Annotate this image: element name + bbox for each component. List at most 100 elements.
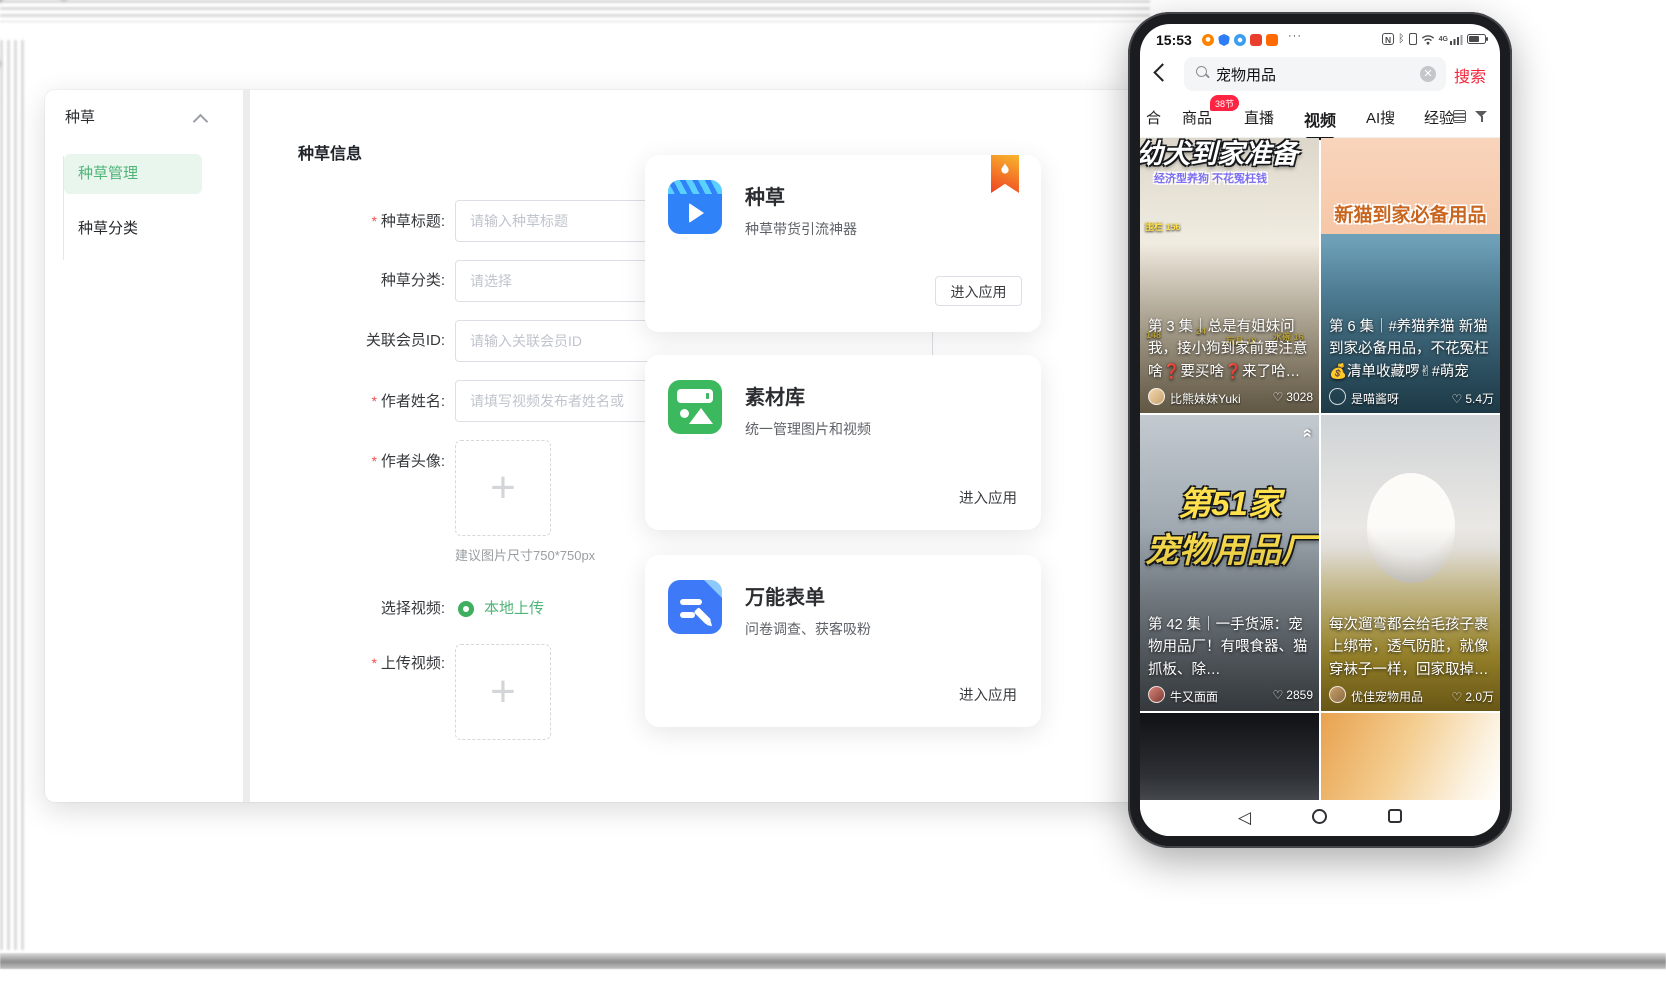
video-source-field-label: 选择视频:	[250, 588, 445, 630]
video-overlay-line1: 第51家	[1140, 477, 1319, 525]
clear-search-icon[interactable]: ✕	[1420, 66, 1436, 82]
video-author-row: 牛又面面 ♡2859	[1148, 686, 1313, 704]
tab-live[interactable]: 直播	[1244, 107, 1274, 128]
local-upload-radio-label[interactable]: 本地上传	[484, 588, 544, 630]
layout-icon[interactable]	[1453, 110, 1466, 123]
nav-back-button[interactable]: ◁	[1238, 809, 1251, 827]
sidebar-item-seeding-management[interactable]: 种草管理	[64, 154, 202, 194]
scan-bar-bottom	[0, 953, 1666, 969]
status-time: 15:53	[1156, 32, 1192, 48]
video-clapper-icon	[668, 180, 722, 234]
banner-background: 新猫到家必备用品	[1321, 138, 1500, 234]
video-card-4[interactable]: 每次遛弯都会给毛孩子裹上绑带，透气防脏，就像穿袜子一样，回家取掉… 优佳宠物用品…	[1321, 415, 1500, 711]
avatar-upload-box[interactable]: +	[455, 440, 551, 536]
category-field-label: 种草分类:	[250, 260, 445, 302]
battery-icon	[1467, 34, 1486, 44]
author-name-field-label: 作者姓名:	[250, 380, 445, 423]
radio-selected-icon[interactable]	[458, 601, 474, 617]
search-icon	[1196, 66, 1207, 77]
avatar[interactable]	[1329, 686, 1346, 703]
phone-screen: 15:53 ··· N ᛒ 4G 宠物	[1140, 24, 1500, 836]
app-card-title: 万能表单	[745, 581, 825, 610]
plus-icon: +	[456, 441, 550, 535]
video-author-row: 优佳宠物用品 ♡2.0万	[1329, 686, 1494, 704]
avatar[interactable]	[1329, 388, 1346, 405]
tab-partial[interactable]: 合	[1146, 107, 1161, 128]
like-count[interactable]: ♡3028	[1273, 390, 1313, 404]
filter-icon[interactable]	[1475, 110, 1488, 123]
app-card-desc: 种草带货引流神器	[745, 219, 857, 239]
nav-recents-button[interactable]	[1388, 809, 1402, 823]
sidebar-group-label: 种草	[65, 106, 95, 127]
scan-streak-top	[0, 0, 1150, 22]
nfc-icon: N	[1382, 33, 1394, 45]
sidebar-item-seeding-category[interactable]: 种草分类	[78, 212, 138, 246]
flame-icon	[998, 161, 1012, 177]
video-card-2[interactable]: 新猫到家必备用品 第 6 集｜#养猫养猫 新猫到家必备用品，不花冤枉💰清单收藏啰…	[1321, 138, 1500, 413]
tab-experience[interactable]: 经验	[1424, 107, 1454, 128]
search-button[interactable]: 搜索	[1454, 63, 1486, 87]
status-bar: 15:53 ··· N ᛒ 4G	[1140, 24, 1500, 54]
vibrate-icon	[1409, 33, 1417, 45]
video-card-5[interactable]	[1140, 713, 1319, 800]
sidebar-content-divider	[243, 90, 250, 802]
avatar[interactable]	[1148, 686, 1165, 703]
avatar-size-hint: 建议图片尺寸750*750px	[455, 545, 595, 564]
bluetooth-icon: ᛒ	[1398, 33, 1405, 45]
back-chevron-icon[interactable]	[1153, 63, 1171, 81]
wifi-icon	[1421, 34, 1435, 45]
app-card-desc: 问卷调查、获客吸粉	[745, 619, 871, 639]
network-type-label: 4G	[1439, 36, 1448, 43]
chevron-up-icon[interactable]	[193, 114, 209, 130]
enter-app-link[interactable]: 进入应用	[959, 487, 1017, 508]
video-card-1[interactable]: 幼犬到家准备 经济型养狗 不花冤枉钱 围栏 156 148 24 玩具 18 水…	[1140, 138, 1319, 413]
heart-icon: ♡	[1273, 688, 1284, 702]
enter-app-button[interactable]: 进入应用	[935, 276, 1022, 306]
scan-streak-left	[0, 40, 24, 950]
enter-app-link[interactable]: 进入应用	[959, 684, 1017, 705]
search-query-text: 宠物用品	[1216, 64, 1276, 85]
heart-icon: ♡	[1452, 690, 1463, 704]
video-author-row: 是喵酱呀 ♡5.4万	[1329, 388, 1494, 406]
app-card-universal-form: 万能表单 问卷调查、获客吸粉 进入应用	[645, 555, 1041, 727]
like-count[interactable]: ♡2.0万	[1452, 688, 1494, 705]
tab-video[interactable]: 视频	[1304, 107, 1336, 131]
tab-goods[interactable]: 商品38节	[1182, 107, 1212, 128]
video-caption: 每次遛弯都会给毛孩子裹上绑带，透气防脏，就像穿袜子一样，回家取掉…	[1329, 614, 1494, 681]
video-overlay-subtitle: 经济型养狗 不花冤枉钱	[1154, 170, 1267, 186]
shield-icon	[1218, 34, 1230, 46]
media-gallery-icon	[668, 380, 722, 434]
search-input[interactable]: 宠物用品 ✕	[1184, 57, 1446, 91]
android-nav-bar: ◁	[1140, 800, 1500, 836]
signal-icon	[1450, 34, 1463, 45]
status-system-icons: N ᛒ 4G	[1382, 32, 1486, 46]
app-card-desc: 统一管理图片和视频	[745, 419, 871, 439]
author-name[interactable]: 优佳宠物用品	[1351, 688, 1423, 705]
video-upload-box[interactable]: +	[455, 644, 551, 740]
author-avatar-field-label: 作者头像:	[250, 440, 445, 483]
plus-icon: +	[456, 645, 550, 739]
author-name[interactable]: 是喵酱呀	[1351, 390, 1399, 407]
avatar[interactable]	[1148, 388, 1165, 405]
search-bar-row: 宠物用品 ✕ 搜索	[1140, 56, 1500, 94]
like-count[interactable]: ♡5.4万	[1452, 390, 1494, 407]
video-caption: 第 6 集｜#养猫养猫 新猫到家必备用品，不花冤枉💰清单收藏啰✌#萌宠	[1329, 316, 1494, 383]
author-name[interactable]: 牛又面面	[1170, 688, 1218, 705]
form-doc-icon	[668, 580, 722, 634]
app-card-title: 种草	[745, 181, 785, 210]
price-tag: 围栏 156	[1145, 220, 1181, 233]
app-card-seeding: 种草 种草带货引流神器 进入应用	[645, 155, 1041, 332]
nav-home-button[interactable]	[1312, 809, 1327, 824]
app-card-media-library: 素材库 统一管理图片和视频 进入应用	[645, 355, 1041, 530]
like-count[interactable]: ♡2859	[1273, 688, 1313, 702]
video-author-row: 比熊妹妹Yuki ♡3028	[1148, 388, 1313, 406]
author-name[interactable]: 比熊妹妹Yuki	[1170, 390, 1241, 407]
tab-ai-search[interactable]: AI搜	[1366, 107, 1395, 128]
video-banner-text: 新猫到家必备用品	[1321, 200, 1500, 227]
video-card-6[interactable]	[1321, 713, 1500, 800]
status-app-icon-1	[1202, 34, 1214, 46]
status-app-icon-4	[1266, 34, 1278, 46]
app-card-title: 素材库	[745, 381, 805, 410]
video-upload-field-label: 上传视频:	[250, 642, 445, 685]
video-card-3[interactable]: » 第51家 宠物用品厂 第 42 集｜一手货源：宠物用品厂！有喂食器、猫抓板、…	[1140, 415, 1319, 711]
